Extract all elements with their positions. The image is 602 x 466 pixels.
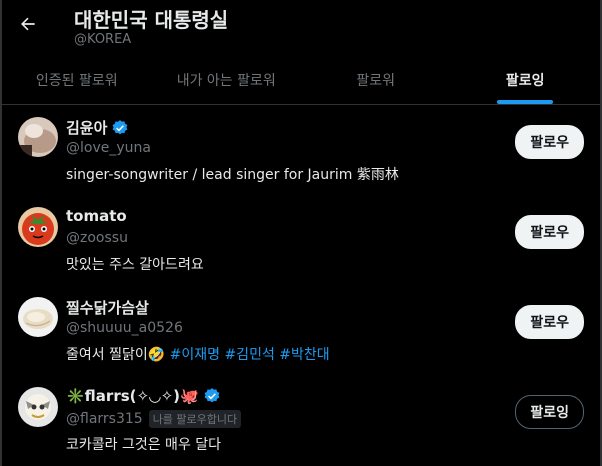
user-handle: @zoossu — [66, 230, 128, 246]
user-handle: @love_yuna — [66, 140, 151, 156]
user-name[interactable]: ✳️flarrs(✧◡✧)🐙 — [66, 387, 199, 405]
tab-verified-followers[interactable]: 인증된 팔로워 — [2, 56, 152, 104]
name-row: ✳️flarrs(✧◡✧)🐙 — [66, 387, 221, 405]
user-handle: @shuuuu_a0526 — [66, 320, 183, 336]
handle-row: @love_yuna — [66, 140, 151, 156]
tab-label: 팔로잉 — [505, 73, 545, 89]
user-bio: 줄여서 찔닭이🤣 #이재명 #김민석 #박찬대 — [66, 344, 330, 364]
bio-text: 줄여서 찔닭이🤣 — [66, 347, 166, 363]
tomato-icon — [18, 207, 58, 247]
avatar[interactable] — [18, 387, 58, 427]
tab-label: 팔로워 — [356, 73, 396, 89]
following-button[interactable]: 팔로잉 — [515, 395, 584, 429]
user-bio: singer-songwriter / lead singer for Jaur… — [66, 167, 399, 183]
character-icon — [18, 387, 58, 427]
follows-you-badge: 나를 팔로우합니다 — [148, 410, 242, 428]
avatar[interactable] — [18, 117, 58, 157]
verified-badge-icon — [112, 119, 128, 134]
list-item[interactable]: 김윤아 @love_yuna singer-songwriter / lead … — [2, 105, 600, 195]
name-row: tomato — [66, 207, 127, 225]
tab-label: 인증된 팔로워 — [35, 73, 118, 89]
name-row: 찔수닭가슴살 — [66, 297, 149, 318]
list-item[interactable]: tomato @zoossu 맛있는 주스 갈아드려요 팔로우 — [2, 195, 600, 285]
hashtag-link[interactable]: #박찬대 — [279, 347, 329, 363]
tab-label: 내가 아는 팔로워 — [176, 73, 276, 89]
avatar[interactable] — [18, 207, 58, 247]
active-tab-indicator — [497, 100, 554, 104]
user-name[interactable]: 찔수닭가슴살 — [66, 297, 149, 318]
tab-followers-you-know[interactable]: 내가 아는 팔로워 — [152, 56, 302, 104]
follow-button[interactable]: 팔로우 — [515, 125, 584, 159]
chicken-breast-icon — [18, 297, 58, 337]
tab-following[interactable]: 팔로잉 — [451, 56, 601, 104]
back-button[interactable] — [14, 10, 42, 38]
face-photo-icon — [18, 117, 58, 157]
verified-badge-icon — [204, 388, 220, 403]
user-bio: 맛있는 주스 갈아드려요 — [66, 257, 204, 273]
follow-button[interactable]: 팔로우 — [515, 305, 584, 339]
user-bio: 코카콜라 그것은 매우 달다 — [66, 437, 222, 453]
handle-row: @zoossu — [66, 230, 128, 246]
handle-row: @shuuuu_a0526 — [66, 320, 183, 336]
handle-row: @flarrs315 나를 팔로우합니다 — [66, 410, 242, 428]
arrow-left-icon — [21, 17, 35, 31]
list-item[interactable]: ✳️flarrs(✧◡✧)🐙 @flarrs315 나를 팔로우합니다 코카콜라… — [2, 375, 600, 465]
user-list: 김윤아 @love_yuna singer-songwriter / lead … — [2, 105, 600, 465]
tab-followers[interactable]: 팔로워 — [301, 56, 451, 104]
page-handle: @KOREA — [74, 32, 132, 47]
user-name[interactable]: tomato — [66, 207, 127, 225]
hashtag-link[interactable]: #이재명 — [170, 347, 220, 363]
user-name[interactable]: 김윤아 — [66, 117, 107, 138]
page-title: 대한민국 대통령실 — [74, 8, 229, 32]
user-handle: @flarrs315 — [66, 411, 143, 427]
name-row: 김윤아 — [66, 117, 129, 138]
follow-button[interactable]: 팔로우 — [515, 215, 584, 249]
hashtag-link[interactable]: #김민석 — [224, 347, 274, 363]
page-header: 대한민국 대통령실 @KOREA — [0, 0, 602, 52]
avatar[interactable] — [18, 297, 58, 337]
list-item[interactable]: 찔수닭가슴살 @shuuuu_a0526 줄여서 찔닭이🤣 #이재명 #김민석 … — [2, 285, 600, 375]
tab-bar: 인증된 팔로워 내가 아는 팔로워 팔로워 팔로잉 — [2, 56, 600, 105]
